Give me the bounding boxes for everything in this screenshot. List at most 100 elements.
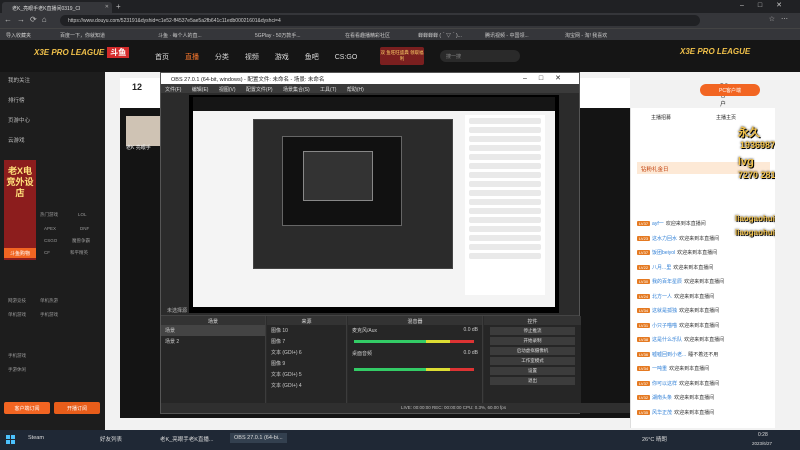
shop-banner[interactable]: 老X电竞外设店 [4,160,36,260]
pc-client-button[interactable]: PC客户端 [700,84,760,96]
chat-username[interactable]: 你可以这样 [652,381,677,387]
source-item[interactable]: 文本 (GDI+) 4 [267,380,346,391]
source-item[interactable]: 图像 7 [267,336,346,347]
bookmark-item[interactable]: 蝉蝉蝉蝉 (＾▽＾)... [418,32,462,39]
clock-time[interactable]: 0:28 [758,432,768,438]
bookmark-item[interactable]: 导入收藏夹 [6,32,31,39]
close-tab-icon[interactable]: ✕ [105,4,109,10]
category-link[interactable]: LOL [78,212,87,217]
promo-banner[interactable]: 双 鱼旺旺盛典 领取福利 [380,47,424,65]
category-link[interactable]: 和平精英 [70,250,88,256]
source-item[interactable]: 图像 9 [267,358,346,369]
chat-username[interactable]: 我的百年星辰 [652,279,682,285]
search-input[interactable]: 搜一搜 [440,50,520,62]
chat-username[interactable]: 北方一人 [652,294,672,300]
bookmark-item[interactable]: 腾讯视频 - 中国领... [485,32,529,39]
chat-username[interactable]: 饭团beiyol [652,250,675,256]
nav-category[interactable]: 分类 [215,54,229,61]
nav-games[interactable]: 游戏 [275,54,289,61]
bookmark-item[interactable]: 百度一下，你就知道 [60,32,105,39]
category-link[interactable]: APEX [44,226,56,231]
bookmark-item[interactable]: 斗鱼 · 每个人的直... [158,32,202,39]
sidebar-item-cloudgame[interactable]: 云游戏 [8,136,25,144]
chat-username[interactable]: 湖南头条 [652,395,672,401]
chat-text: 欢迎来到本直播间 [684,279,725,285]
chat-username[interactable]: 嘘嘘回到小老... [652,352,686,358]
taskbar-app-friends[interactable]: 好友列表 [100,435,122,443]
menu-view[interactable]: 视图(V) [219,87,236,93]
taskbar-app-obs[interactable]: OBS 27.0.1 (64-bi... [230,433,287,443]
bookmark-item[interactable]: 淘宝网 - 淘! 我喜欢 [565,32,607,39]
volume-meter[interactable] [354,340,474,343]
scene-item[interactable]: 场景 2 [161,336,265,347]
menu-help[interactable]: 帮助(H) [347,87,364,93]
category-link[interactable]: CSGO [44,238,57,243]
category-link[interactable]: 单机游戏 [8,312,26,318]
chat-username[interactable]: ayf一 [652,221,664,227]
source-item[interactable]: 文本 (GDI+) 6 [267,347,346,358]
chat-username[interactable]: 这是什么乐队 [652,337,682,343]
client-subscribe-button[interactable]: 客户端订阅 [4,402,50,414]
chat-username[interactable]: 这水力回水 [652,236,677,242]
category-link[interactable]: DNF [80,226,89,231]
shop-button[interactable]: 斗鱼购物 [4,248,36,258]
bookmark-item[interactable]: 5GPlay - 50万款手... [255,32,301,39]
nav-video[interactable]: 视频 [245,54,259,61]
menu-edit[interactable]: 编辑(E) [192,87,209,93]
sidebar-item-rank[interactable]: 排行榜 [8,96,25,104]
stop-stream-button[interactable]: 停止推流 [490,327,575,335]
live-subscribe-button[interactable]: 开播订阅 [54,402,100,414]
obs-preview[interactable] [189,95,559,313]
studio-mode-button[interactable]: 工作室模式 [490,357,575,365]
menu-tools[interactable]: 工具(T) [320,87,336,93]
source-item[interactable]: 图像 10 [267,325,346,336]
category-link[interactable]: 魔兽争霸 [72,238,90,244]
nav-buttons[interactable]: ←→⟳⌂ [4,15,52,24]
nav-live[interactable]: 直播 [185,54,199,61]
window-controls[interactable]: –□✕ [740,1,796,9]
category-link[interactable]: 热门游戏 [40,212,58,218]
sidebar-item-follow[interactable]: 我的关注 [8,76,30,84]
menu-scene-collection[interactable]: 场景集合(S) [283,87,310,93]
scene-item[interactable]: 场景 [161,325,265,336]
category-link[interactable]: 手机游戏 [40,312,58,318]
settings-button[interactable]: 设置 [490,367,575,375]
taskbar-app-browser[interactable]: 老K_亮眼手老K直播... [160,435,213,443]
new-tab-icon[interactable]: + [116,2,121,11]
menu-profile[interactable]: 配置文件(P) [246,87,273,93]
weather-widget[interactable]: 26°C 晴朗 [642,435,667,443]
volume-meter[interactable] [354,368,474,371]
url-field[interactable]: https://www.douyu.com/523191&dyshid=c1e5… [60,15,700,26]
taskbar-app-steam[interactable]: Steam [28,435,44,441]
windows-start-icon[interactable] [6,435,15,444]
virtual-camera-button[interactable]: 启动虚拟摄像机 [490,347,575,355]
anchor-home-link[interactable]: 主播主页 [716,114,736,121]
sidebar-item-webgame[interactable]: 页游中心 [8,116,30,124]
chat-username[interactable]: 风华正茂 [652,410,672,416]
anchor-avatar[interactable] [126,116,164,146]
bookmark-item[interactable]: 在看看趣播精彩社区 [345,32,390,39]
chat-username[interactable]: 一吨重 [652,366,667,372]
browser-tab[interactable]: 老K_亮眼手老K直播间0319_Cl ✕ [2,2,112,13]
site-logo[interactable]: X3E PRO LEAGUE 斗鱼 [34,47,130,58]
obs-window-controls[interactable]: –□✕ [523,74,573,82]
category-link[interactable]: 单机热游 [40,298,58,304]
dock-title: 控件 [484,316,581,325]
right-dock [775,108,800,428]
nav-yuba[interactable]: 鱼吧 [305,54,319,61]
menu-file[interactable]: 文件(F) [165,87,181,93]
nav-csgo[interactable]: CS:GO [335,54,358,61]
extension-icons[interactable]: ☆⋯ [769,15,794,23]
chat-username[interactable]: 小只子喵喵 [652,323,677,329]
chat-username[interactable]: 八月...里 [652,265,671,271]
chat-username[interactable]: 这就是孤独 [652,308,677,314]
obs-window[interactable]: OBS 27.0.1 (64-bit, windows) - 配置文件: 未命名… [160,72,641,414]
source-item[interactable]: 文本 (GDI+) 5 [267,369,346,380]
start-record-button[interactable]: 开始录制 [490,337,575,345]
exit-button[interactable]: 退出 [490,377,575,385]
category-link[interactable]: 网游竞技 [8,298,26,304]
category-link[interactable]: CF [44,250,50,255]
clock-date[interactable]: 2023/6/27 [752,441,772,446]
recruit-link[interactable]: 主播招募 [651,114,671,121]
nav-home[interactable]: 首页 [155,54,169,61]
